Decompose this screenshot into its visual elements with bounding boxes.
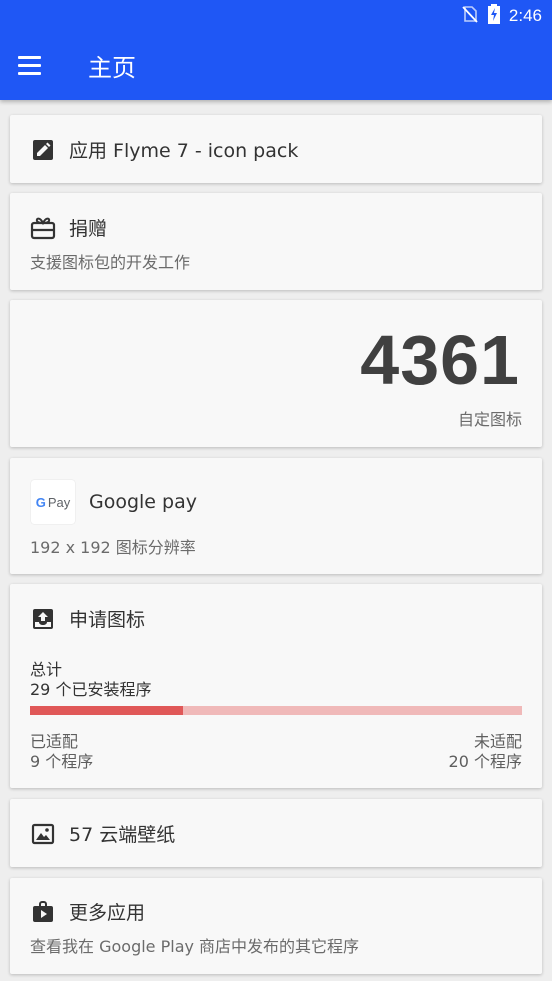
icons-count-label: 自定图标	[457, 410, 522, 429]
app-bar: 2:46 主页	[0, 0, 552, 100]
gift-card-icon	[30, 215, 56, 241]
donate-card-header: 捐赠	[30, 214, 107, 241]
upload-box-icon	[30, 606, 56, 632]
apply-icon	[30, 137, 56, 163]
more-apps-card[interactable]: 更多应用 查看我在 Google Play 商店中发布的其它程序	[10, 878, 542, 974]
themed-progress-bar	[30, 706, 522, 715]
more-apps-subtitle: 查看我在 Google Play 商店中发布的其它程序	[30, 937, 360, 956]
request-title: 申请图标	[69, 609, 146, 631]
donate-card[interactable]: 捐赠 支援图标包的开发工作	[10, 193, 542, 290]
themed-count: 9 个程序	[30, 752, 94, 771]
menu-icon[interactable]	[18, 50, 50, 80]
request-icons-card[interactable]: 申请图标 总计 29 个已安装程序 已适配 9 个程序 未适配 20 个程序	[10, 584, 542, 788]
wallpapers-label: 57 云端壁纸	[69, 824, 176, 846]
gpay-card[interactable]: G Pay Google pay 192 x 192 图标分辨率	[10, 458, 542, 574]
status-bar: 2:46	[461, 4, 542, 28]
donate-subtitle: 支援图标包的开发工作	[30, 253, 191, 272]
play-store-bag-icon	[30, 899, 56, 925]
donate-title: 捐赠	[69, 218, 108, 240]
google-pay-logo-icon: G Pay	[31, 480, 75, 524]
icons-count-card: 4361 自定图标	[10, 300, 542, 447]
apply-card-header: 应用 Flyme 7 - icon pack	[30, 136, 298, 163]
gpay-subtitle: 192 x 192 图标分辨率	[30, 538, 196, 557]
unthemed-count: 20 个程序	[448, 752, 522, 771]
apply-label: 应用 Flyme 7 - icon pack	[69, 140, 299, 162]
themed-progress-fill	[30, 706, 183, 715]
status-time: 2:46	[508, 6, 542, 25]
request-card-header: 申请图标	[30, 605, 145, 632]
battery-charging-icon	[487, 4, 501, 28]
wallpapers-card[interactable]: 57 云端壁纸	[10, 799, 542, 867]
no-sim-icon	[461, 5, 479, 27]
installed-count: 29 个已安装程序	[30, 680, 152, 699]
page-title: 主页	[88, 54, 136, 82]
wallpapers-card-header: 57 云端壁纸	[30, 820, 175, 847]
more-apps-title: 更多应用	[69, 902, 146, 924]
more-apps-card-header: 更多应用	[30, 898, 145, 925]
wallpaper-icon	[30, 821, 56, 847]
icons-count: 4361	[360, 321, 520, 399]
apply-card[interactable]: 应用 Flyme 7 - icon pack	[10, 115, 542, 183]
gpay-title: Google pay	[89, 491, 197, 513]
